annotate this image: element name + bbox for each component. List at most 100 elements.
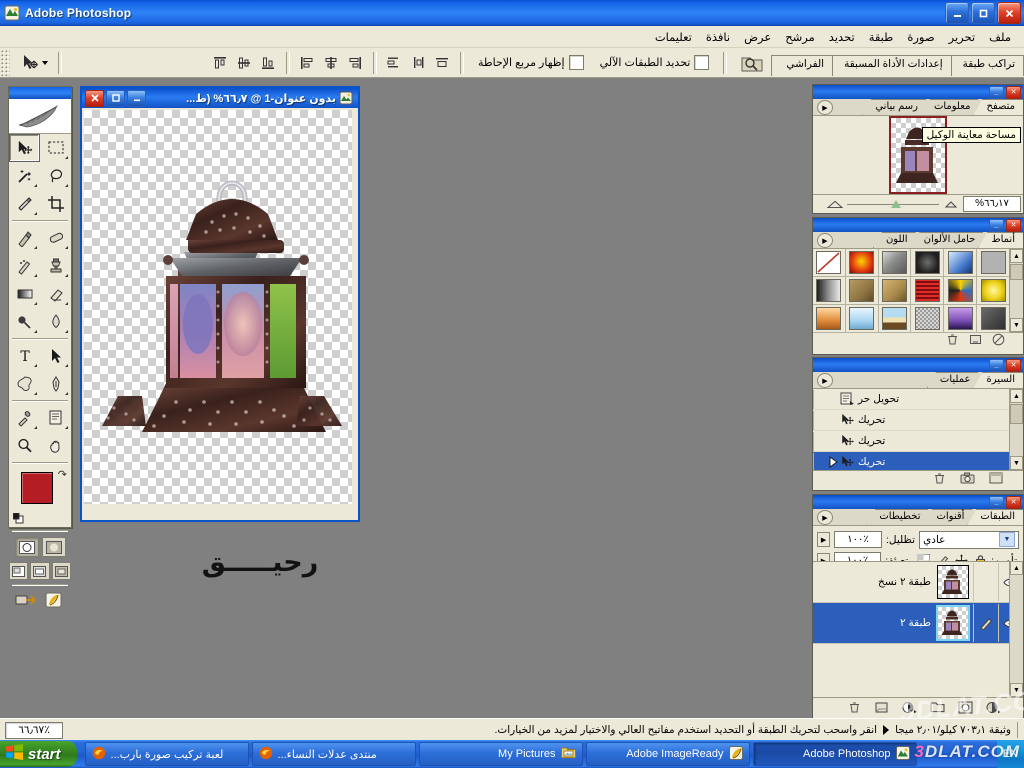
layers-close-button[interactable]: ✕: [1006, 495, 1021, 509]
styles-scroll-down-icon[interactable]: ▼: [1010, 318, 1023, 332]
magic-wand-tool[interactable]: [9, 162, 40, 190]
tab-actions[interactable]: عمليات: [926, 372, 979, 388]
styles-scroll-thumb[interactable]: [1010, 264, 1023, 280]
navigator-title-bar[interactable]: _ ✕: [813, 85, 1023, 99]
distribute-bottom-button[interactable]: [431, 51, 454, 74]
task-firefox-2[interactable]: منتدى عدلات النساء...: [251, 742, 416, 766]
distribute-top-button[interactable]: [383, 51, 406, 74]
history-menu-icon[interactable]: ▶: [817, 373, 833, 388]
layer-active-brush-icon[interactable]: [973, 604, 998, 642]
new-style-icon[interactable]: [969, 333, 982, 349]
foreground-color-swatch[interactable]: [21, 472, 53, 504]
align-bottom-edges-button[interactable]: [257, 51, 280, 74]
task-firefox-1[interactable]: لعبة تركيب صورة بارب...: [84, 742, 249, 766]
tab-history[interactable]: السيرة: [973, 372, 1023, 388]
delete-state-icon[interactable]: [933, 472, 946, 488]
navigator-minimize-button[interactable]: _: [989, 85, 1004, 99]
menu-layer[interactable]: طبقة: [862, 28, 901, 46]
zoom-in-icon[interactable]: [827, 198, 843, 210]
styles-menu-icon[interactable]: ▶: [817, 233, 833, 248]
gradient-tool[interactable]: [9, 280, 40, 308]
auto-select-layer-option[interactable]: تحديد الطبقات الآلي: [600, 55, 710, 70]
style-swatch[interactable]: [944, 249, 978, 277]
style-swatch[interactable]: [911, 249, 945, 277]
history-minimize-button[interactable]: _: [989, 358, 1004, 372]
tab-styles[interactable]: أنماط: [978, 232, 1023, 248]
opacity-stepper-icon[interactable]: ▶: [817, 532, 830, 547]
layers-menu-icon[interactable]: ▶: [817, 510, 833, 525]
task-imageready[interactable]: Adobe ImageReady: [585, 742, 750, 766]
standard-screen-mode-button[interactable]: [9, 562, 29, 580]
show-bounding-box-checkbox[interactable]: [568, 55, 584, 70]
styles-scrollbar[interactable]: ▲ ▼: [1009, 249, 1023, 332]
path-selection-tool[interactable]: [40, 342, 71, 370]
new-layer-icon[interactable]: [874, 701, 889, 717]
navigator-view[interactable]: مساحة معاينة الوكيل: [813, 116, 1023, 194]
toolbox-drag-handle[interactable]: [9, 87, 71, 99]
tab-paths[interactable]: تخطيطات: [866, 509, 929, 525]
lasso-tool[interactable]: [40, 162, 71, 190]
fullscreen-menubar-mode-button[interactable]: [30, 562, 50, 580]
delete-layer-icon[interactable]: [848, 701, 861, 717]
type-tool[interactable]: T: [9, 342, 40, 370]
style-swatch[interactable]: [813, 305, 846, 333]
zoom-tool[interactable]: [9, 432, 40, 460]
clone-stamp-tool[interactable]: [40, 252, 71, 280]
new-group-icon[interactable]: [930, 701, 945, 716]
menu-help[interactable]: تعليمات: [648, 28, 699, 46]
layer-item[interactable]: طبقة ٢ نسخ: [813, 562, 1023, 603]
imageready-logo-icon[interactable]: [42, 591, 66, 609]
eraser-tool[interactable]: [40, 280, 71, 308]
styles-close-button[interactable]: ✕: [1006, 218, 1021, 232]
tab-color[interactable]: اللون: [872, 232, 916, 248]
slice-tool[interactable]: [9, 190, 40, 218]
history-item[interactable]: تحريك: [813, 431, 1023, 452]
align-top-edges-button[interactable]: [209, 51, 232, 74]
delete-style-icon[interactable]: [946, 333, 959, 349]
menu-filter[interactable]: مرشح: [778, 28, 822, 46]
fullscreen-mode-button[interactable]: [51, 562, 71, 580]
style-swatch[interactable]: [878, 249, 912, 277]
maximize-button[interactable]: [971, 2, 995, 24]
layers-scroll-up-icon[interactable]: ▲: [1010, 561, 1023, 575]
history-close-button[interactable]: ✕: [1006, 358, 1021, 372]
layer-link-cell[interactable]: [973, 563, 998, 601]
pen-tool[interactable]: [40, 370, 71, 398]
history-scroll-up-icon[interactable]: ▲: [1010, 389, 1023, 403]
style-swatch[interactable]: [944, 305, 978, 333]
layers-minimize-button[interactable]: _: [989, 495, 1004, 509]
navigator-slider-thumb[interactable]: [891, 200, 902, 208]
navigator-zoom-field[interactable]: ٦٦٫١٧%: [963, 196, 1021, 212]
task-photoshop[interactable]: Adobe Photoshop: [752, 742, 917, 766]
default-colors-icon[interactable]: [12, 512, 24, 524]
move-tool[interactable]: [9, 134, 40, 162]
layers-scroll-down-icon[interactable]: ▼: [1010, 683, 1023, 697]
menu-window[interactable]: نافذة: [699, 28, 737, 46]
history-item[interactable]: تحريك: [813, 410, 1023, 431]
style-swatch[interactable]: [911, 277, 945, 305]
standard-mask-mode-button[interactable]: [14, 537, 39, 557]
distribute-center-button[interactable]: [407, 51, 430, 74]
jump-to-imageready-icon[interactable]: [14, 591, 38, 609]
new-snapshot-icon[interactable]: [960, 472, 975, 487]
layer-mask-icon[interactable]: [958, 701, 973, 717]
opacity-value[interactable]: ٪١٠٠: [834, 531, 882, 548]
style-swatch[interactable]: [977, 305, 1010, 333]
style-swatch[interactable]: [911, 305, 945, 333]
align-horizontal-centers-button[interactable]: [320, 51, 343, 74]
history-item[interactable]: تحويل حر: [813, 389, 1023, 410]
blend-mode-select[interactable]: عادي ▼: [919, 530, 1019, 549]
task-my-pictures[interactable]: My Pictures: [418, 742, 583, 766]
history-brush-tool[interactable]: [9, 252, 40, 280]
status-menu-arrow-icon[interactable]: [883, 725, 890, 735]
styles-title-bar[interactable]: _ ✕: [813, 218, 1023, 232]
start-button[interactable]: start: [0, 741, 77, 767]
eyedropper-tool[interactable]: [9, 404, 40, 432]
history-snapshot-toggle[interactable]: [813, 389, 836, 409]
tab-info[interactable]: معلومات: [920, 99, 979, 115]
custom-shape-tool[interactable]: [9, 370, 40, 398]
document-canvas[interactable]: [84, 110, 352, 504]
style-swatch[interactable]: [878, 305, 912, 333]
history-snapshot-toggle[interactable]: [813, 431, 836, 451]
navigator-close-button[interactable]: ✕: [1006, 85, 1021, 99]
